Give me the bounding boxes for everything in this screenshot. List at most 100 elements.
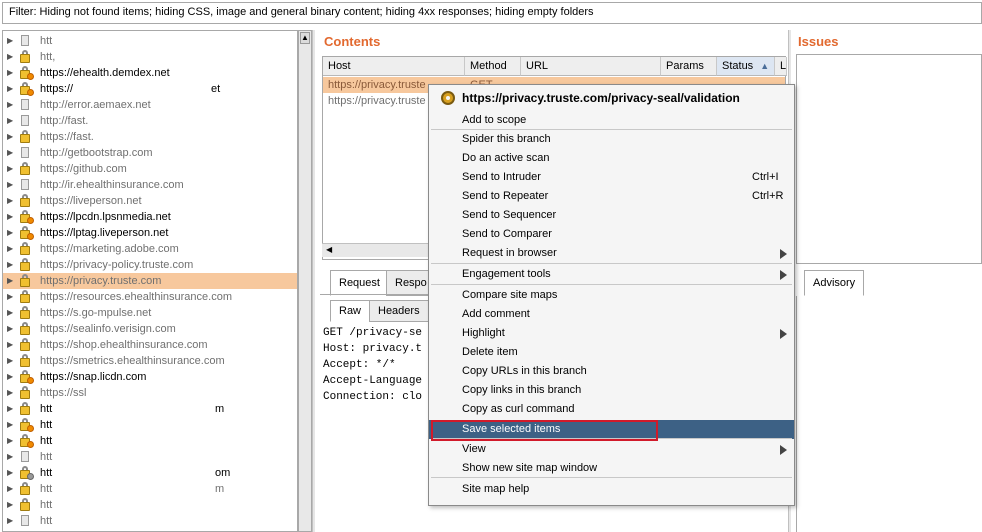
expand-arrow-icon[interactable]: ▶	[7, 513, 13, 529]
tree-item[interactable]: ▶ https://s.go-mpulse.net	[3, 305, 297, 321]
tree-item[interactable]: ▶ https://smetrics.ehealthinsurance.com	[3, 353, 297, 369]
tree-item[interactable]: ▶ https://shop.ehealthinsurance.com	[3, 337, 297, 353]
tree-item[interactable]: ▶ https://ssl	[3, 385, 297, 401]
expand-arrow-icon[interactable]: ▶	[7, 385, 13, 401]
expand-arrow-icon[interactable]: ▶	[7, 321, 13, 337]
filter-bar[interactable]: Filter: Hiding not found items; hiding C…	[2, 2, 982, 24]
expand-arrow-icon[interactable]: ▶	[7, 33, 13, 49]
menu-item-copy-as-curl-command[interactable]: Copy as curl command	[429, 400, 794, 419]
expand-arrow-icon[interactable]: ▶	[7, 241, 13, 257]
tree-item[interactable]: ▶ https://liveperson.net	[3, 193, 297, 209]
menu-item-spider-this-branch[interactable]: Spider this branch	[429, 130, 794, 149]
menu-item-delete-item[interactable]: Delete item	[429, 343, 794, 362]
expand-arrow-icon[interactable]: ▶	[7, 97, 13, 113]
menu-item-compare-site-maps[interactable]: Compare site maps	[429, 286, 794, 305]
scroll-up-icon[interactable]: ▲	[300, 32, 310, 44]
column-header-length[interactable]: L	[775, 57, 787, 76]
expand-arrow-icon[interactable]: ▶	[7, 209, 13, 225]
tree-item[interactable]: ▶ http://getbootstrap.com	[3, 145, 297, 161]
tree-item[interactable]: ▶ http://ir.ehealthinsurance.com	[3, 177, 297, 193]
splitter-left[interactable]	[312, 30, 315, 532]
tree-item[interactable]: ▶ htt om	[3, 465, 297, 481]
expand-arrow-icon[interactable]: ▶	[7, 273, 13, 289]
expand-arrow-icon[interactable]: ▶	[7, 449, 13, 465]
column-header-method[interactable]: Method	[465, 57, 521, 76]
column-header-host[interactable]: Host	[323, 57, 465, 76]
expand-arrow-icon[interactable]: ▶	[7, 401, 13, 417]
menu-item-send-to-repeater[interactable]: Send to Repeater Ctrl+R	[429, 187, 794, 206]
issues-list[interactable]	[796, 54, 982, 264]
tab-response[interactable]: Respo	[386, 270, 430, 296]
expand-arrow-icon[interactable]: ▶	[7, 145, 13, 161]
expand-arrow-icon[interactable]: ▶	[7, 225, 13, 241]
expand-arrow-icon[interactable]: ▶	[7, 113, 13, 129]
tab-request[interactable]: Request	[330, 270, 389, 296]
expand-arrow-icon[interactable]: ▶	[7, 433, 13, 449]
expand-arrow-icon[interactable]: ▶	[7, 161, 13, 177]
expand-arrow-icon[interactable]: ▶	[7, 81, 13, 97]
expand-arrow-icon[interactable]: ▶	[7, 49, 13, 65]
tab-raw[interactable]: Raw	[330, 300, 371, 322]
tab-headers[interactable]: Headers	[369, 300, 429, 322]
tree-item[interactable]: ▶ https://marketing.adobe.com	[3, 241, 297, 257]
tab-advisory[interactable]: Advisory	[804, 270, 865, 296]
expand-arrow-icon[interactable]: ▶	[7, 497, 13, 513]
tree-item[interactable]: ▶ https://fast.	[3, 129, 297, 145]
expand-arrow-icon[interactable]: ▶	[7, 481, 13, 497]
tree-scrollbar[interactable]: ▲	[298, 30, 312, 532]
menu-item-add-comment[interactable]: Add comment	[429, 305, 794, 324]
tree-item[interactable]: ▶ htt	[3, 417, 297, 433]
tree-item[interactable]: ▶ https://ehealth.demdex.net	[3, 65, 297, 81]
menu-item-site-map-help[interactable]: Site map help	[429, 480, 794, 499]
expand-arrow-icon[interactable]: ▶	[7, 193, 13, 209]
tree-item[interactable]: ▶ htt	[3, 497, 297, 513]
menu-item-do-an-active-scan[interactable]: Do an active scan	[429, 149, 794, 168]
tree-item[interactable]: ▶ htt	[3, 449, 297, 465]
expand-arrow-icon[interactable]: ▶	[7, 65, 13, 81]
tree-item[interactable]: ▶ https://github.com	[3, 161, 297, 177]
tree-item[interactable]: ▶ https://privacy-policy.truste.com	[3, 257, 297, 273]
tree-item[interactable]: ▶ htt,	[3, 49, 297, 65]
expand-arrow-icon[interactable]: ▶	[7, 177, 13, 193]
menu-item-view[interactable]: View	[429, 440, 794, 459]
tree-item[interactable]: ▶ https://sealinfo.verisign.com	[3, 321, 297, 337]
tree-item[interactable]: ▶ https://resources.ehealthinsurance.com	[3, 289, 297, 305]
tree-item[interactable]: ▶ http://fast.	[3, 113, 297, 129]
menu-item-copy-urls-in-this-branch[interactable]: Copy URLs in this branch	[429, 362, 794, 381]
tree-item[interactable]: ▶ htt	[3, 513, 297, 529]
menu-item-highlight[interactable]: Highlight	[429, 324, 794, 343]
menu-item-send-to-sequencer[interactable]: Send to Sequencer	[429, 206, 794, 225]
expand-arrow-icon[interactable]: ▶	[7, 465, 13, 481]
tree-item[interactable]: ▶ https://snap.licdn.com	[3, 369, 297, 385]
tree-item[interactable]: ▶ https://lptag.liveperson.net	[3, 225, 297, 241]
expand-arrow-icon[interactable]: ▶	[7, 337, 13, 353]
expand-arrow-icon[interactable]: ▶	[7, 129, 13, 145]
column-header-url[interactable]: URL	[521, 57, 661, 76]
column-header-status[interactable]: Status ▲	[717, 57, 775, 76]
tree-item[interactable]: ▶ https://lpcdn.lpsnmedia.net	[3, 209, 297, 225]
request-editor[interactable]: GET /privacy-se Host: privacy.t Accept: */…	[320, 322, 430, 532]
site-map-tree[interactable]: ▶ htt ▶ htt, ▶ https://ehealth.demdex.net ▶ htt…	[2, 30, 298, 532]
expand-arrow-icon[interactable]: ▶	[7, 369, 13, 385]
tree-item[interactable]: ▶ htt	[3, 33, 297, 49]
menu-item-add-to-scope[interactable]: Add to scope	[429, 111, 794, 130]
context-menu[interactable]: https://privacy.truste.com/privacy-seal/…	[428, 84, 795, 506]
expand-arrow-icon[interactable]: ▶	[7, 417, 13, 433]
menu-item-request-in-browser[interactable]: Request in browser	[429, 244, 794, 263]
tree-item[interactable]: ▶ https://privacy.truste.com	[3, 273, 297, 289]
menu-item-show-new-site-map-window[interactable]: Show new site map window	[429, 459, 794, 478]
expand-arrow-icon[interactable]: ▶	[7, 289, 13, 305]
tree-item[interactable]: ▶ htt m	[3, 401, 297, 417]
tree-item[interactable]: ▶ htt m	[3, 481, 297, 497]
menu-item-send-to-comparer[interactable]: Send to Comparer	[429, 225, 794, 244]
expand-arrow-icon[interactable]: ▶	[7, 257, 13, 273]
menu-item-engagement-tools[interactable]: Engagement tools	[429, 265, 794, 284]
expand-arrow-icon[interactable]: ▶	[7, 305, 13, 321]
expand-arrow-icon[interactable]: ▶	[7, 353, 13, 369]
tree-item[interactable]: ▶ http://error.aemaex.net	[3, 97, 297, 113]
tree-item[interactable]: ▶ htt	[3, 433, 297, 449]
menu-item-copy-links-in-this-branch[interactable]: Copy links in this branch	[429, 381, 794, 400]
scroll-left-icon[interactable]: ◀	[326, 245, 332, 254]
tree-item[interactable]: ▶ https:// et	[3, 81, 297, 97]
column-header-params[interactable]: Params	[661, 57, 717, 76]
